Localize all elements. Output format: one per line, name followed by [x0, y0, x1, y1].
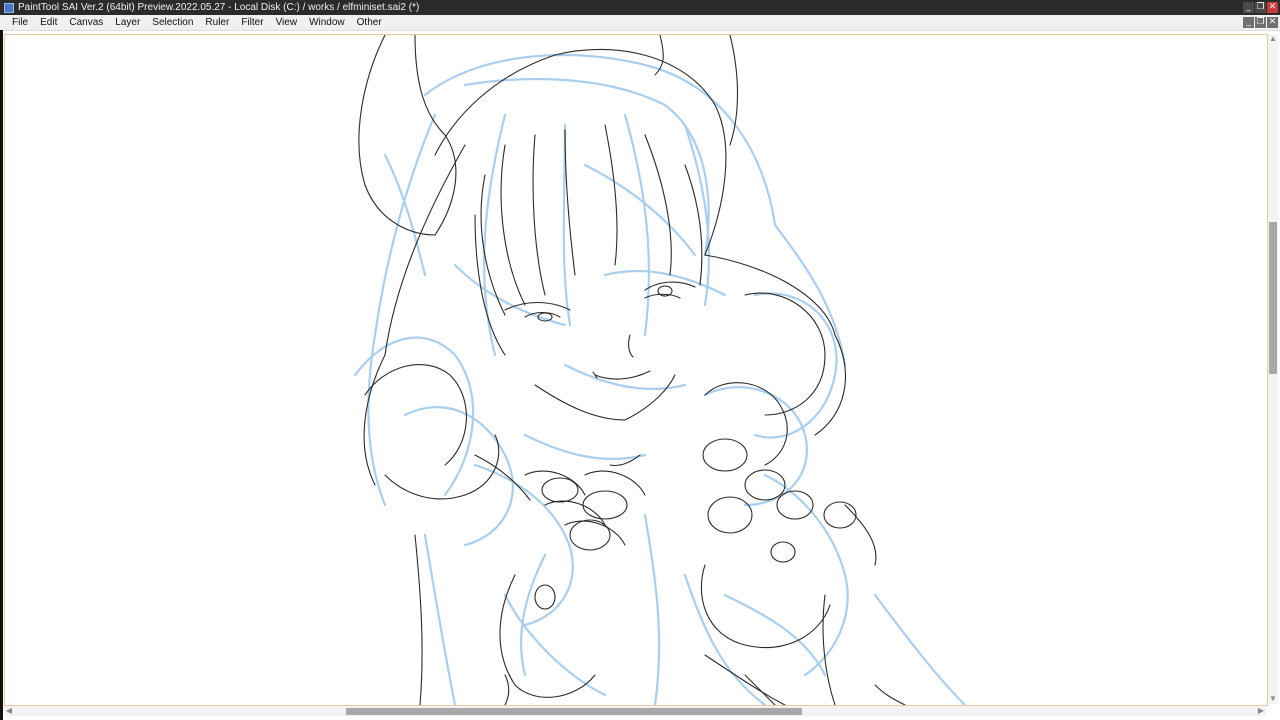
doc-close-button[interactable]: ✕: [1267, 17, 1278, 28]
close-button[interactable]: ✕: [1267, 2, 1278, 13]
sketch-artwork[interactable]: [5, 35, 1267, 705]
document-controls: _ ❐ ✕: [1243, 17, 1278, 28]
window-title: PaintTool SAI Ver.2 (64bit) Preview.2022…: [18, 2, 420, 13]
menu-other[interactable]: Other: [351, 15, 388, 30]
scroll-up-icon[interactable]: ▲: [1268, 34, 1278, 44]
title-bar: PaintTool SAI Ver.2 (64bit) Preview.2022…: [0, 0, 1280, 15]
vertical-scroll-thumb[interactable]: [1269, 222, 1277, 374]
menu-edit[interactable]: Edit: [34, 15, 63, 30]
menu-view[interactable]: View: [270, 15, 304, 30]
menu-layer[interactable]: Layer: [109, 15, 146, 30]
vertical-scrollbar[interactable]: ▲ ▼: [1268, 34, 1278, 704]
horizontal-scroll-thumb[interactable]: [346, 708, 802, 715]
scroll-right-icon[interactable]: ▶: [1256, 706, 1266, 716]
menu-canvas[interactable]: Canvas: [63, 15, 109, 30]
menu-ruler[interactable]: Ruler: [199, 15, 235, 30]
horizontal-scrollbar[interactable]: ◀ ▶: [4, 706, 1266, 716]
minimize-button[interactable]: _: [1243, 2, 1254, 13]
menu-selection[interactable]: Selection: [146, 15, 199, 30]
scroll-left-icon[interactable]: ◀: [4, 706, 14, 716]
menu-bar: File Edit Canvas Layer Selection Ruler F…: [0, 15, 1280, 31]
window-controls: _ ❐ ✕: [1243, 2, 1278, 13]
menu-file[interactable]: File: [0, 15, 34, 30]
canvas-view[interactable]: [4, 34, 1268, 706]
left-edge: [0, 30, 3, 720]
scroll-down-icon[interactable]: ▼: [1268, 694, 1278, 704]
menu-filter[interactable]: Filter: [235, 15, 269, 30]
menu-window[interactable]: Window: [303, 15, 351, 30]
doc-minimize-button[interactable]: _: [1243, 17, 1254, 28]
restore-button[interactable]: ❐: [1255, 2, 1266, 13]
doc-restore-button[interactable]: ❐: [1255, 17, 1266, 28]
app-icon: [4, 2, 14, 13]
